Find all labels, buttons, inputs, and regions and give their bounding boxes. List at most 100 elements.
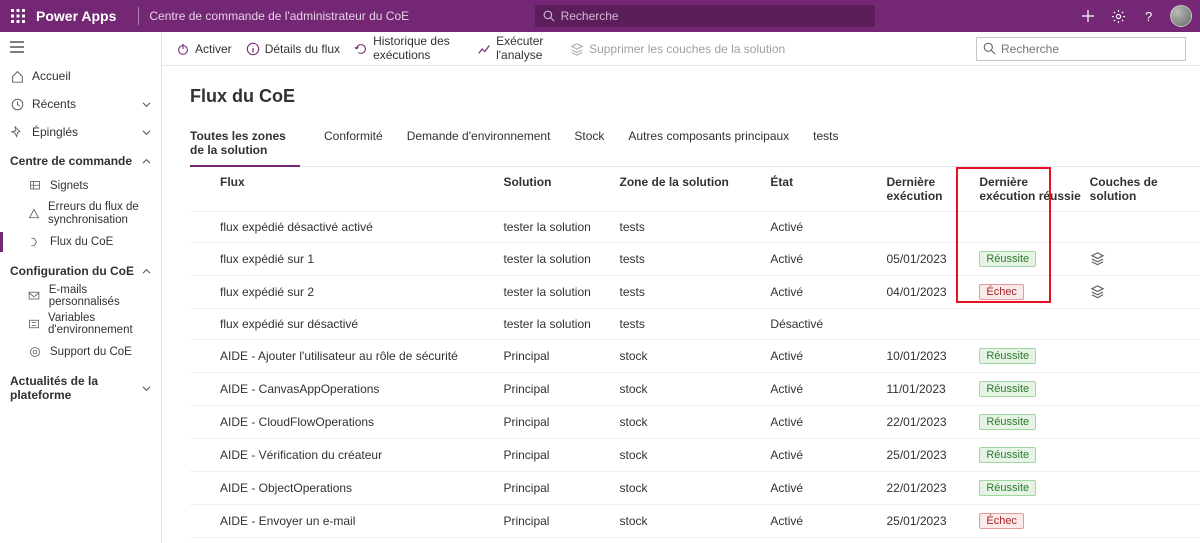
search-icon bbox=[543, 10, 555, 22]
table-row[interactable]: AIDE - CloudFlowOperationsPrincipalstock… bbox=[190, 405, 1200, 438]
cell-solution: Principal bbox=[503, 372, 619, 405]
sidebar-support[interactable]: Support du CoE bbox=[0, 338, 161, 366]
cell-zone: tests bbox=[620, 211, 771, 242]
header-divider bbox=[138, 7, 139, 25]
waffle-icon[interactable] bbox=[8, 6, 28, 26]
global-search[interactable] bbox=[535, 5, 875, 27]
col-layers[interactable]: Couches de solution bbox=[1090, 167, 1200, 212]
cell-state: Désactivé bbox=[770, 308, 886, 339]
page-search[interactable] bbox=[976, 37, 1186, 61]
bookmark-icon bbox=[28, 179, 42, 193]
sidebar-sync-errors[interactable]: Erreurs du flux de synchronisation bbox=[0, 200, 161, 228]
tab-stock[interactable]: Stock bbox=[574, 123, 604, 166]
tabs: Toutes les zones de la solution Conformi… bbox=[190, 123, 1200, 167]
cell-solution: tester la solution bbox=[503, 211, 619, 242]
table-row[interactable]: flux expédié sur 2tester la solutiontest… bbox=[190, 275, 1200, 308]
tab-tests[interactable]: tests bbox=[813, 123, 838, 166]
col-solution[interactable]: Solution bbox=[503, 167, 619, 212]
chevron-up-icon bbox=[142, 157, 151, 166]
error-icon bbox=[28, 207, 40, 221]
cell-solution: tester la solution bbox=[503, 275, 619, 308]
table-row[interactable]: flux expédié désactivé activétester la s… bbox=[190, 211, 1200, 242]
tab-compliance[interactable]: Conformité bbox=[324, 123, 383, 166]
sidebar-env-vars[interactable]: Variables d'environnement bbox=[0, 310, 161, 338]
cell-state: Activé bbox=[770, 504, 886, 537]
cell-layers bbox=[1090, 242, 1200, 275]
cmd-analyze[interactable]: Exécuter l'analyse bbox=[477, 35, 556, 61]
tab-other[interactable]: Autres composants principaux bbox=[628, 123, 789, 166]
add-icon[interactable] bbox=[1080, 8, 1096, 24]
cell-status bbox=[979, 308, 1089, 339]
cmd-details-label: Détails du flux bbox=[265, 42, 340, 56]
table-row[interactable]: flux expédié sur 1tester la solutiontest… bbox=[190, 242, 1200, 275]
cell-solution: Principal bbox=[503, 471, 619, 504]
tab-all[interactable]: Toutes les zones de la solution bbox=[190, 123, 300, 166]
cell-layers bbox=[1090, 405, 1200, 438]
cell-solution: Principal bbox=[503, 339, 619, 372]
cell-zone: stock bbox=[620, 471, 771, 504]
cell-state: Activé bbox=[770, 471, 886, 504]
sidebar-coe-flows-label: Flux du CoE bbox=[50, 236, 113, 248]
page-title: Flux du CoE bbox=[190, 86, 1200, 107]
sidebar-group-news-label: Actualités de la plateforme bbox=[10, 374, 142, 402]
tab-env-request[interactable]: Demande d'environnement bbox=[407, 123, 551, 166]
gear-icon[interactable] bbox=[1110, 8, 1126, 24]
col-flow[interactable]: Flux bbox=[190, 167, 503, 212]
sidebar-emails[interactable]: E-mails personnalisés bbox=[0, 282, 161, 310]
history-icon bbox=[354, 42, 368, 56]
sidebar-recent[interactable]: Récents bbox=[0, 90, 161, 118]
col-last-exec[interactable]: Dernière exécution bbox=[887, 167, 980, 212]
table-row[interactable]: AIDE - CanvasAppOperationsPrincipalstock… bbox=[190, 372, 1200, 405]
cell-date bbox=[887, 211, 980, 242]
sidebar-home[interactable]: Accueil bbox=[0, 62, 161, 90]
avatar[interactable] bbox=[1170, 5, 1192, 27]
sidebar-group-news[interactable]: Actualités de la plateforme bbox=[0, 366, 161, 406]
table-row[interactable]: SetupWizard>CreateGroupPrincipalstockAct… bbox=[190, 537, 1200, 543]
cmd-details[interactable]: Détails du flux bbox=[246, 42, 340, 56]
sidebar-signets[interactable]: Signets bbox=[0, 172, 161, 200]
cell-status: Réussite bbox=[979, 438, 1089, 471]
sidebar-coe-flows[interactable]: Flux du CoE bbox=[0, 228, 161, 256]
cell-status: Réussite bbox=[979, 242, 1089, 275]
layers-icon[interactable] bbox=[1090, 284, 1194, 299]
cmd-activate[interactable]: Activer bbox=[176, 42, 232, 56]
status-badge: Échec bbox=[979, 284, 1024, 300]
svg-text:?: ? bbox=[1145, 9, 1152, 23]
cmd-history[interactable]: Historique des exécutions bbox=[354, 35, 463, 61]
sidebar-group-command-label: Centre de commande bbox=[10, 154, 132, 168]
table-row[interactable]: AIDE - Ajouter l'utilisateur au rôle de … bbox=[190, 339, 1200, 372]
cell-state: Activé bbox=[770, 339, 886, 372]
hamburger-icon[interactable] bbox=[0, 32, 161, 62]
cell-layers bbox=[1090, 211, 1200, 242]
sidebar-pinned[interactable]: Épinglés bbox=[0, 118, 161, 146]
cell-layers bbox=[1090, 537, 1200, 543]
table-row[interactable]: AIDE - Vérification du créateurPrincipal… bbox=[190, 438, 1200, 471]
cell-date bbox=[887, 308, 980, 339]
flow-icon bbox=[28, 235, 42, 249]
table-row[interactable]: AIDE - ObjectOperationsPrincipalstockAct… bbox=[190, 471, 1200, 504]
sidebar-support-label: Support du CoE bbox=[50, 346, 132, 358]
col-last-success[interactable]: Dernière exécution réussie bbox=[979, 167, 1089, 212]
cell-state: Activé bbox=[770, 438, 886, 471]
cell-state: Activé bbox=[770, 537, 886, 543]
cell-solution: Principal bbox=[503, 537, 619, 543]
global-search-input[interactable] bbox=[561, 9, 867, 23]
sidebar-env-vars-label: Variables d'environnement bbox=[48, 312, 151, 336]
table-row[interactable]: AIDE - Envoyer un e-mailPrincipalstockAc… bbox=[190, 504, 1200, 537]
sidebar-sync-errors-label: Erreurs du flux de synchronisation bbox=[48, 201, 151, 226]
sidebar-pinned-label: Épinglés bbox=[32, 125, 78, 139]
layers-icon[interactable] bbox=[1090, 251, 1194, 266]
help-icon[interactable]: ? bbox=[1140, 8, 1156, 24]
status-badge: Échec bbox=[979, 513, 1024, 529]
sidebar-group-command[interactable]: Centre de commande bbox=[0, 146, 161, 172]
chevron-down-icon bbox=[142, 384, 151, 393]
cell-zone: tests bbox=[620, 308, 771, 339]
table-row[interactable]: flux expédié sur désactivétester la solu… bbox=[190, 308, 1200, 339]
chevron-down-icon bbox=[142, 100, 151, 109]
col-state[interactable]: État bbox=[770, 167, 886, 212]
sidebar-group-config[interactable]: Configuration du CoE bbox=[0, 256, 161, 282]
col-zone[interactable]: Zone de la solution bbox=[620, 167, 771, 212]
cell-zone: stock bbox=[620, 405, 771, 438]
page-search-input[interactable] bbox=[1001, 42, 1179, 56]
cell-flow: AIDE - CloudFlowOperations bbox=[190, 405, 503, 438]
